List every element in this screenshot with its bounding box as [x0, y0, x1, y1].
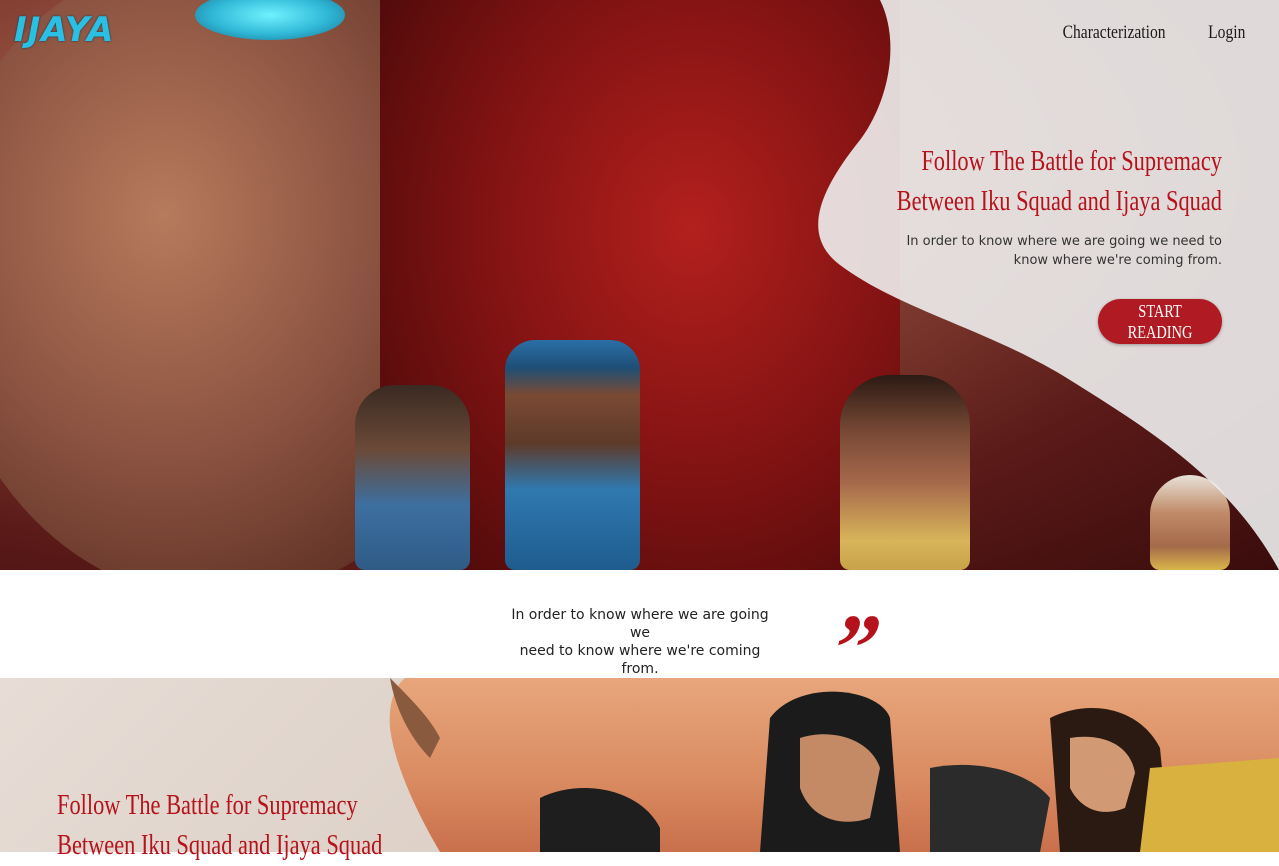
start-reading-label: START READING	[1127, 300, 1193, 342]
hero-title-line: Between Iku Squad and Ijaya Squad	[896, 186, 1222, 217]
nav-link-characterization[interactable]: Characterization	[1063, 22, 1166, 44]
hero-copy: Follow The Battle for Supremacy Between …	[802, 142, 1222, 270]
hero-wave-overlay	[818, 0, 1279, 570]
start-reading-button[interactable]: START READING	[1098, 299, 1222, 344]
quote-text: In order to know where we are going we n…	[505, 606, 775, 678]
second-section-title: Follow The Battle for Supremacy Between …	[57, 786, 382, 866]
quote-line: In order to know where we are going we	[511, 607, 769, 641]
top-nav: Characterization Login	[1040, 22, 1245, 44]
nav-link-login[interactable]: Login	[1208, 22, 1245, 44]
hero-subtitle-line: In order to know where we are going we n…	[906, 234, 1222, 249]
hero-subtitle-line: know where we're coming from.	[1013, 253, 1222, 268]
hero-title: Follow The Battle for Supremacy Between …	[886, 142, 1222, 222]
second-section-title-line: Follow The Battle for Supremacy	[57, 790, 358, 821]
hero-title-line: Follow The Battle for Supremacy	[921, 146, 1222, 177]
hero-section	[0, 0, 1279, 570]
quote-line: need to know where we're coming from.	[519, 643, 761, 677]
brand-logo[interactable]: IJAYA	[14, 10, 114, 50]
second-section-title-line: Between Iku Squad and Ijaya Squad	[57, 830, 383, 861]
hero-subtitle: In order to know where we are going we n…	[802, 232, 1222, 270]
